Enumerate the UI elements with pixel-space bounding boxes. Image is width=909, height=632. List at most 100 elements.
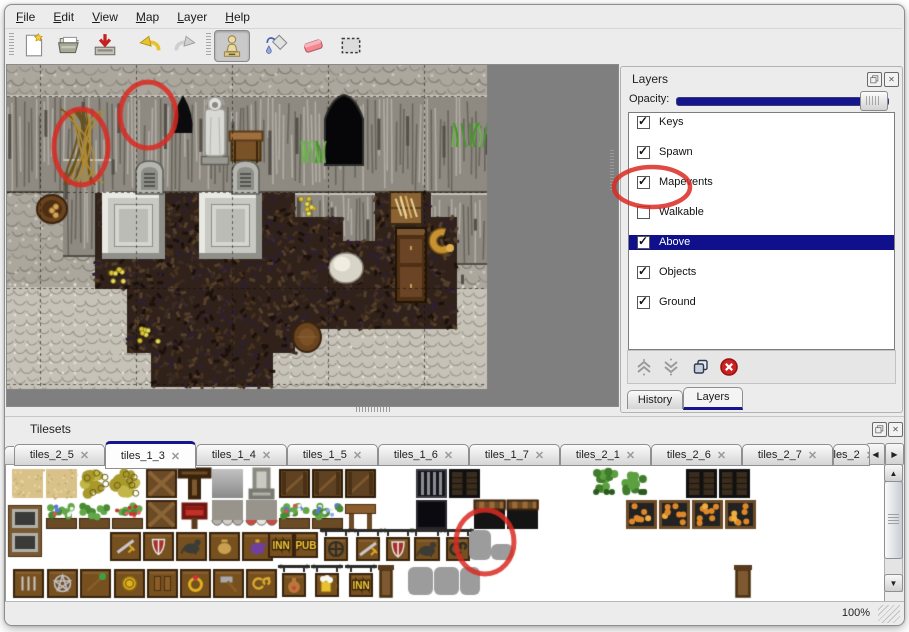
tab-layers[interactable]: Layers xyxy=(683,387,743,410)
tab-label: tiles_1_5 xyxy=(303,449,347,461)
tileset-tab-tiles_1_5[interactable]: tiles_1_5 ✕ xyxy=(287,444,378,466)
layer-name: Ground xyxy=(659,296,696,308)
layer-row-objects[interactable]: ✓ Objects xyxy=(629,265,894,280)
selection-icon xyxy=(338,32,364,58)
tileset-tab-partial[interactable] xyxy=(4,446,14,466)
tab-close-icon[interactable]: ✕ xyxy=(80,449,89,462)
tab-close-icon[interactable]: ✕ xyxy=(262,449,271,462)
tileset-tab-tiles_2_1[interactable]: tiles_2_1 ✕ xyxy=(560,444,651,466)
stamp-tool-icon xyxy=(219,33,245,59)
layer-row-ground[interactable]: ✓ Ground xyxy=(629,295,894,310)
toolbar-grip[interactable] xyxy=(206,33,211,57)
layers-panel-title: Layers xyxy=(632,72,668,86)
layer-name: Objects xyxy=(659,266,696,278)
layer-buttons-bar xyxy=(627,350,896,384)
tilesets-panel-title: Tilesets xyxy=(30,422,71,436)
undo-button[interactable] xyxy=(133,30,167,60)
close-panel-icon[interactable]: ✕ xyxy=(888,422,903,437)
save-button[interactable] xyxy=(88,30,122,60)
layer-checkbox[interactable] xyxy=(637,206,650,219)
layer-checkbox[interactable]: ✓ xyxy=(637,236,650,249)
layer-checkbox[interactable]: ✓ xyxy=(637,266,650,279)
scroll-up-icon[interactable]: ▲ xyxy=(884,464,903,482)
tileset-tab-tiles_1_6[interactable]: tiles_1_6 ✕ xyxy=(378,444,469,466)
stamp-tool-button[interactable] xyxy=(214,30,250,62)
select-tool-button[interactable] xyxy=(334,30,368,60)
tileset-tab-tiles_1_3[interactable]: tiles_1_3✕ xyxy=(105,441,196,469)
dock-splitter-vertical[interactable] xyxy=(610,150,614,192)
float-panel-icon[interactable] xyxy=(872,422,887,437)
opacity-slider-track[interactable] xyxy=(676,97,889,106)
tileset-scrollbar-thumb[interactable] xyxy=(884,481,903,559)
tab-label: tiles_2_5 xyxy=(30,449,74,461)
tab-label: tiles_1_6 xyxy=(394,449,438,461)
tab-label: tiles_2_6 xyxy=(667,449,711,461)
status-bar: 100% xyxy=(5,601,904,625)
tileset-canvas[interactable] xyxy=(6,465,882,601)
menu-view[interactable]: View xyxy=(86,8,124,26)
layer-list: ✓ Keys ✓Spawn ✓Mapevents Walkable ✓ Above ✓ Obje… xyxy=(628,112,895,350)
menu-edit[interactable]: Edit xyxy=(47,8,80,26)
opacity-slider-handle[interactable] xyxy=(860,91,888,111)
layer-checkbox[interactable]: ✓ xyxy=(637,176,650,189)
save-icon xyxy=(92,32,118,58)
layer-row-mapevents[interactable]: ✓Mapevents xyxy=(629,175,894,190)
fill-tool-icon xyxy=(264,32,290,58)
menu-layer[interactable]: Layer xyxy=(171,8,213,26)
tab-close-icon[interactable]: ✕ xyxy=(444,449,453,462)
eraser-icon xyxy=(300,32,326,58)
layer-checkbox[interactable]: ✓ xyxy=(637,116,650,129)
tileset-tab-tiles_2[interactable]: tiles_2✕ xyxy=(833,444,870,466)
tileset-tab-tiles_2_6[interactable]: tiles_2_6 ✕ xyxy=(651,444,742,466)
redo-icon xyxy=(172,32,198,58)
layer-row-above[interactable]: ✓ Above xyxy=(629,235,894,250)
menu-bar: File Edit View Map Layer Help xyxy=(10,8,262,28)
move-layer-down-button[interactable] xyxy=(659,355,683,379)
scroll-down-icon[interactable]: ▼ xyxy=(884,574,903,592)
float-panel-icon[interactable] xyxy=(867,72,882,87)
eraser-tool-button[interactable] xyxy=(296,30,330,60)
tab-close-icon[interactable]: ✕ xyxy=(535,449,544,462)
tab-history[interactable]: History xyxy=(627,390,683,409)
undo-icon xyxy=(137,32,163,58)
tab-label: tiles_1_7 xyxy=(485,449,529,461)
new-file-icon xyxy=(21,32,47,58)
tab-close-icon[interactable]: ✕ xyxy=(808,449,817,462)
toolbar-grip[interactable] xyxy=(9,33,14,57)
layer-row-walkable[interactable]: Walkable xyxy=(629,205,894,220)
open-button[interactable] xyxy=(53,30,87,60)
tileset-tab-tiles_1_4[interactable]: tiles_1_4✕ xyxy=(196,444,287,466)
redo-button[interactable] xyxy=(168,30,202,60)
delete-layer-button[interactable] xyxy=(717,355,741,379)
layer-checkbox[interactable]: ✓ xyxy=(637,146,650,159)
tab-close-icon[interactable]: ✕ xyxy=(866,449,870,462)
tab-label: tiles_2_1 xyxy=(576,449,620,461)
tab-close-icon[interactable]: ✕ xyxy=(717,449,726,462)
new-map-button[interactable] xyxy=(17,30,51,60)
menu-map[interactable]: Map xyxy=(130,8,165,26)
dock-splitter-horizontal[interactable] xyxy=(356,407,392,412)
layer-row-spawn[interactable]: ✓Spawn xyxy=(629,145,894,160)
layer-name: Above xyxy=(659,236,690,248)
tab-close-icon[interactable]: ✕ xyxy=(353,449,362,462)
tab-close-icon[interactable]: ✕ xyxy=(626,449,635,462)
menu-file[interactable]: File xyxy=(10,8,41,26)
duplicate-layer-button[interactable] xyxy=(689,355,713,379)
tileset-tab-tiles_2_5[interactable]: tiles_2_5 ✕ xyxy=(14,444,105,466)
zoom-level: 100% xyxy=(842,607,870,619)
map-canvas[interactable] xyxy=(7,65,616,404)
fill-tool-button[interactable] xyxy=(260,30,294,60)
tileset-view-frame xyxy=(5,464,885,604)
resize-grip[interactable] xyxy=(878,605,900,623)
tab-scroll-right-icon[interactable]: ▶ xyxy=(885,443,904,466)
tileset-tab-tiles_1_7[interactable]: tiles_1_7 ✕ xyxy=(469,444,560,466)
close-panel-icon[interactable]: ✕ xyxy=(884,72,899,87)
menu-help[interactable]: Help xyxy=(219,8,256,26)
layer-name: Keys xyxy=(659,116,683,128)
tab-close-icon[interactable]: ✕ xyxy=(171,450,180,463)
layer-row-keys[interactable]: ✓ Keys xyxy=(629,115,894,130)
map-view-frame xyxy=(6,64,619,407)
tileset-tab-tiles_2_7[interactable]: tiles_2_7✕ xyxy=(742,444,833,466)
move-layer-up-button[interactable] xyxy=(632,355,656,379)
layer-checkbox[interactable]: ✓ xyxy=(637,296,650,309)
